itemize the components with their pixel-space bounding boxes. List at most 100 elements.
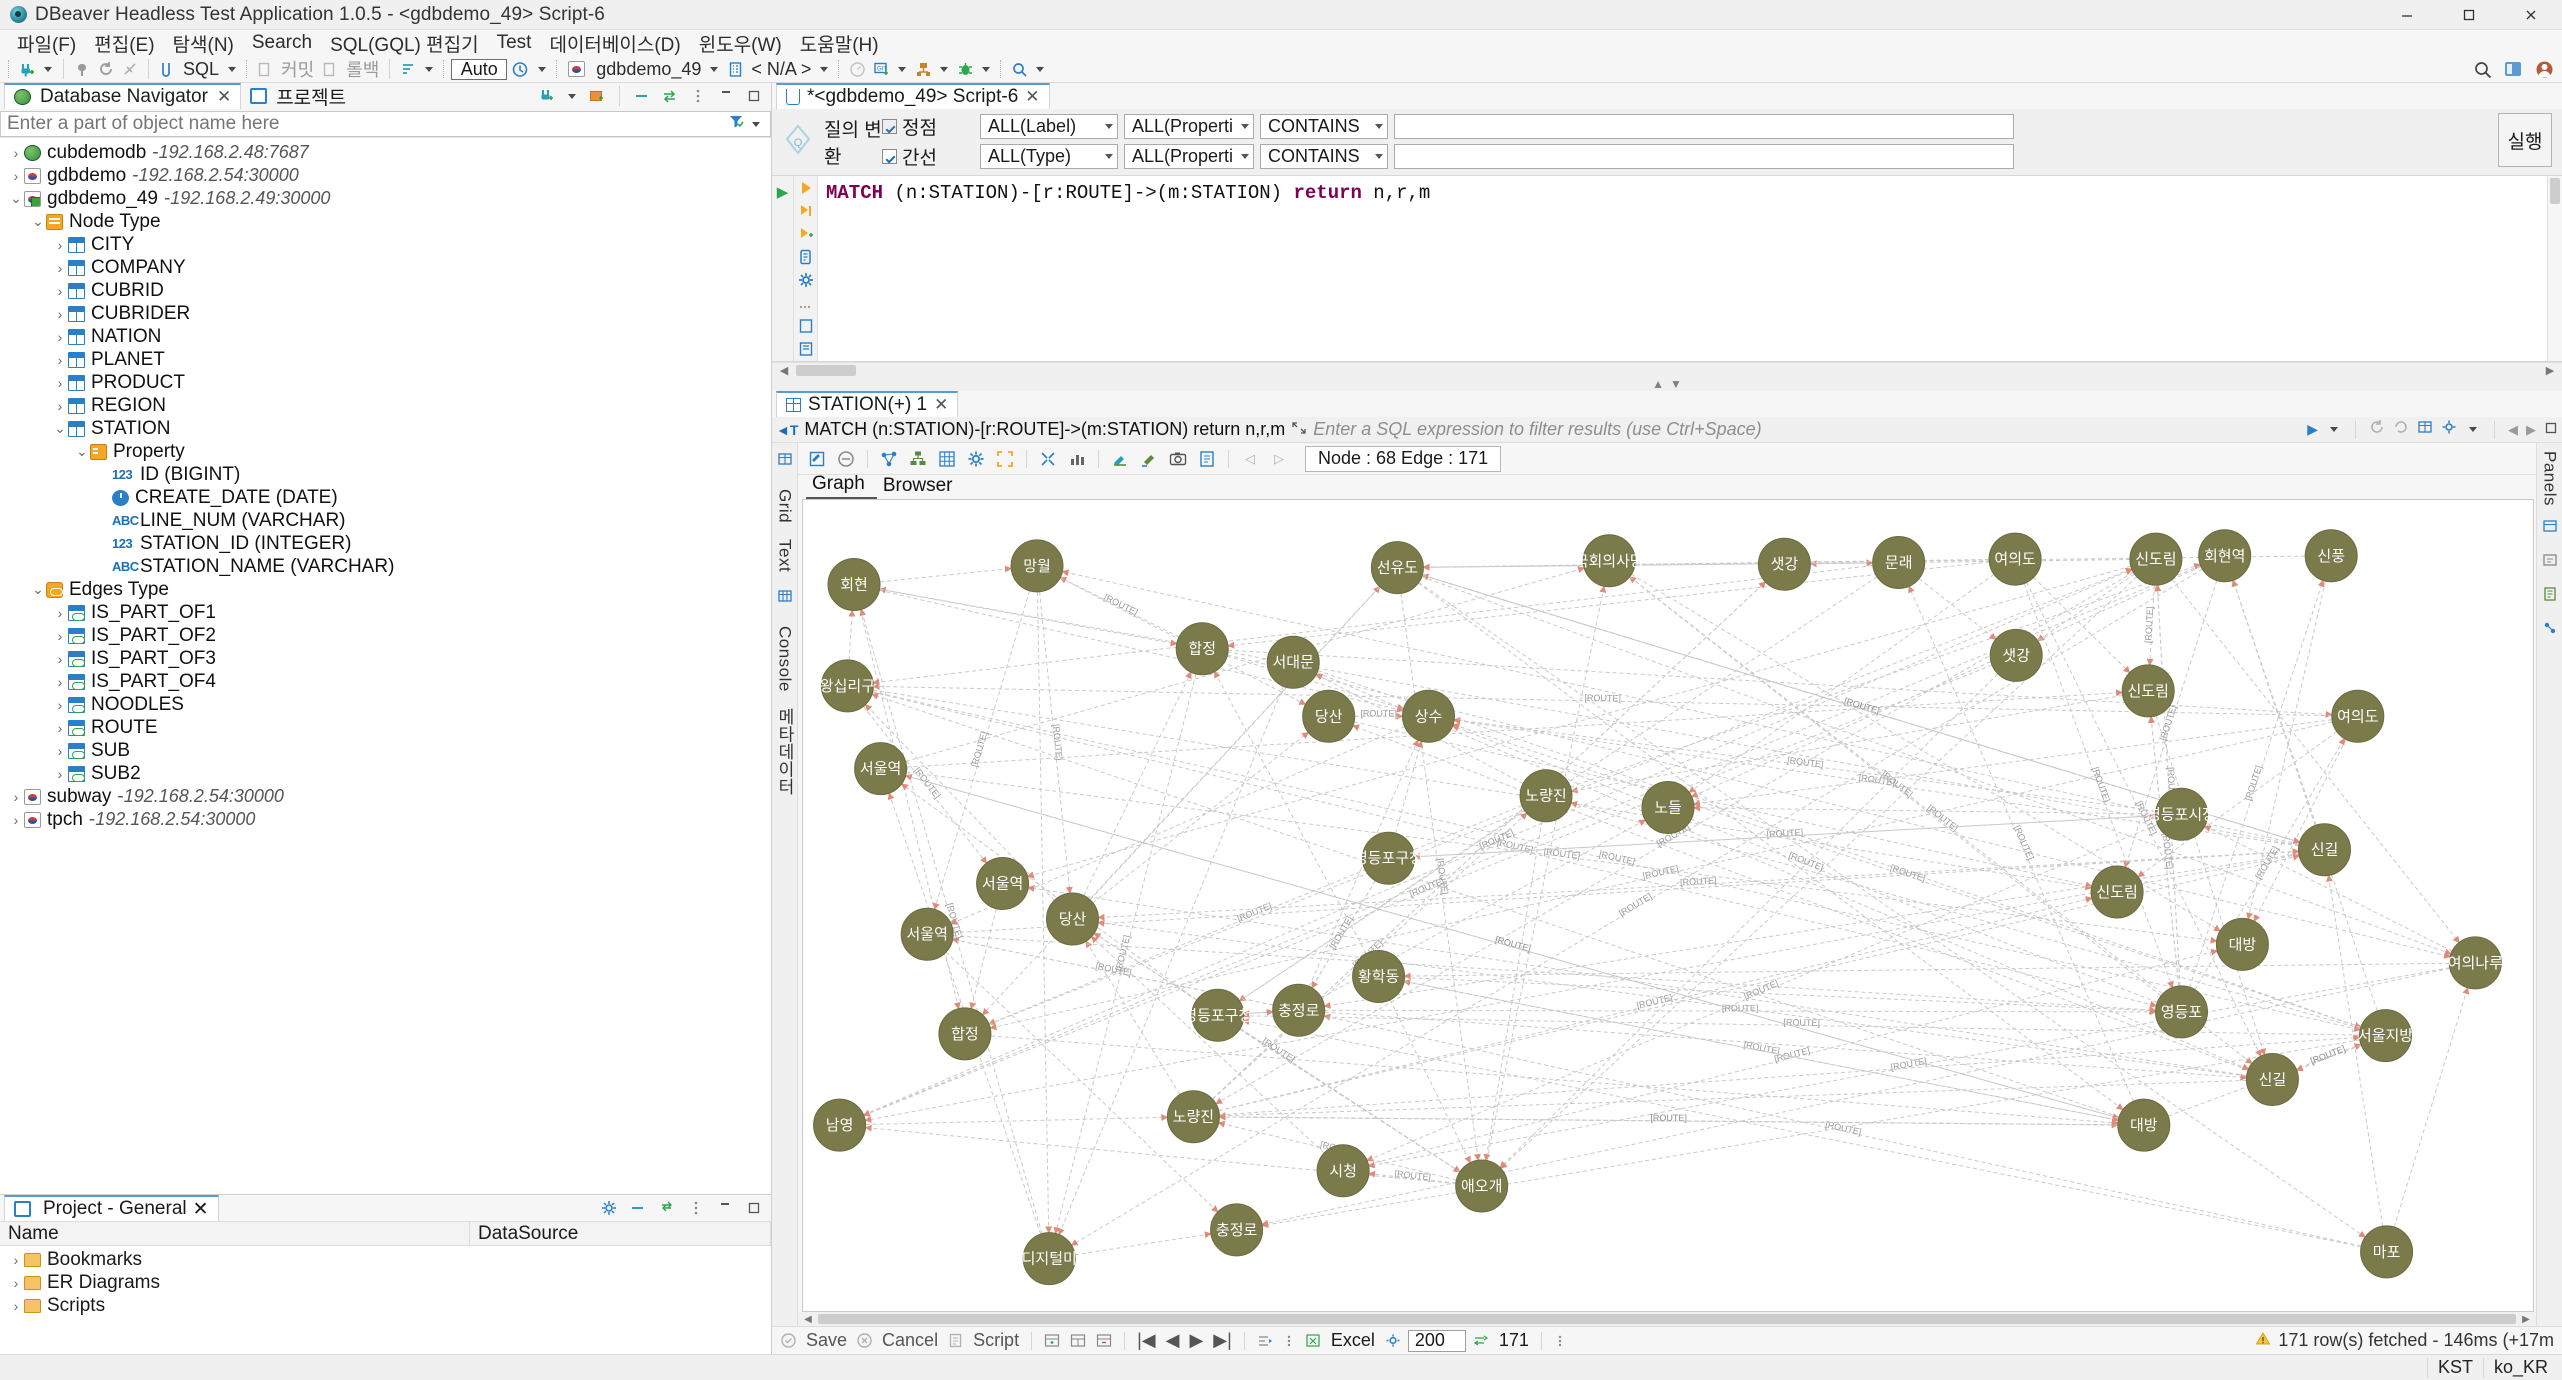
graph-node[interactable]: 합정 [1175, 622, 1229, 676]
save-sql-icon[interactable] [798, 318, 814, 334]
tree-item-is-part-of4[interactable]: › IS_PART_OF4 [0, 670, 771, 693]
minimize-button[interactable] [2376, 0, 2438, 30]
close-button[interactable] [2500, 0, 2562, 30]
load-sql-icon[interactable] [798, 341, 814, 357]
chevron-right-icon[interactable]: › [52, 720, 68, 736]
grid-menu-icon[interactable] [1551, 1330, 1569, 1351]
search-toolbar-icon[interactable] [1008, 58, 1030, 81]
result-settings-dropdown-icon[interactable] [2469, 427, 2477, 432]
graph-node[interactable]: 디지털미 [1022, 1232, 1077, 1286]
side-tab-metadata-label[interactable]: 메타데이터 [772, 708, 797, 796]
tree-item-station-name-varchar-[interactable]: ABC STATION_NAME (VARCHAR) [0, 555, 771, 578]
auto-commit-box[interactable]: Auto [451, 58, 508, 80]
run-query-button[interactable]: 실행 [2498, 113, 2552, 167]
chevron-right-icon[interactable]: › [8, 812, 24, 828]
graph-node[interactable]: 당산 [1302, 689, 1356, 743]
tree-item-tpch[interactable]: › tpch - 192.168.2.54:30000 [0, 808, 771, 831]
graph-canvas[interactable]: [ROUTE] [ROUTE] [ROUTE] [ROUTE] [ROUTE] [ROUT… [802, 499, 2534, 1312]
graph-edge[interactable] [864, 703, 1055, 901]
maximize-button[interactable] [2438, 0, 2500, 30]
edge-type-select[interactable]: ALL(Type) [980, 144, 1118, 169]
menu-item-5[interactable]: Test [488, 30, 541, 56]
edge-operator-select[interactable]: CONTAINS [1260, 144, 1388, 169]
graph-edge[interactable] [1092, 731, 1309, 904]
graph-node[interactable]: 서대문 [1266, 635, 1320, 689]
fetch-all-icon[interactable] [1280, 1330, 1298, 1351]
graph-node[interactable]: 영등포구청 [1354, 831, 1423, 885]
graph-edge[interactable] [1570, 694, 2123, 794]
graph-edge[interactable] [879, 565, 1012, 583]
menu-item-4[interactable]: SQL(GQL) 편집기 [321, 28, 488, 59]
project-view-menu-icon[interactable] [685, 1197, 707, 1220]
chevron-right-icon[interactable]: › [52, 237, 68, 253]
chevron-down-icon[interactable]: ⌄ [74, 443, 90, 460]
git-icon[interactable]: GIT [870, 58, 892, 81]
fullscreen-graph-icon[interactable] [992, 446, 1018, 472]
side-tab-text-label[interactable]: Text [775, 539, 795, 572]
tree-item-region[interactable]: › REGION [0, 394, 771, 417]
graph-edge[interactable] [1418, 581, 2366, 1238]
graph-node[interactable]: 신길 [2298, 823, 2351, 877]
result-query-text[interactable]: MATCH (n:STATION)-[r:ROUTE]->(m:STATION)… [804, 419, 1285, 440]
filter-funnel-icon[interactable] [728, 113, 744, 135]
graph-node[interactable]: 합정 [938, 1007, 992, 1061]
graph-node[interactable]: 회현역 [2198, 529, 2252, 583]
vertex-value-input[interactable] [1394, 114, 2014, 139]
result-filter-input[interactable]: Enter a SQL expression to filter results… [1313, 419, 2301, 440]
tree-item-gdbdemo[interactable]: › gdbdemo - 192.168.2.54:30000 [0, 164, 771, 187]
project-item-bookmarks[interactable]: › Bookmarks [0, 1248, 771, 1271]
chevron-right-icon[interactable]: › [8, 1298, 24, 1314]
tree-item-cubdemodb[interactable]: › cubdemodb - 192.168.2.48:7687 [0, 141, 771, 164]
project-settings-icon[interactable] [598, 1197, 620, 1220]
collapse-all-project-icon[interactable] [627, 1197, 649, 1220]
active-schema-label[interactable]: < N/A > [748, 59, 814, 80]
tree-item-sub[interactable]: › SUB [0, 739, 771, 762]
tree-item-id-bigint-[interactable]: 123 ID (BIGINT) [0, 463, 771, 486]
transaction-log-icon[interactable] [509, 58, 532, 81]
git-dropdown-icon[interactable] [898, 66, 907, 72]
graph-edge[interactable] [969, 908, 997, 1010]
graph-node[interactable]: 대방 [2117, 1098, 2171, 1152]
execute-new-tab-icon[interactable] [798, 226, 814, 242]
graph-edge[interactable] [1074, 1231, 1212, 1256]
chevron-right-icon[interactable]: › [8, 1252, 24, 1268]
tree-item-station[interactable]: ⌄ STATION [0, 417, 771, 440]
dashboard-icon[interactable] [846, 58, 868, 81]
last-page-icon[interactable]: ▶| [1210, 1330, 1235, 1351]
navigator-filter[interactable] [0, 111, 771, 137]
tree-item-cubrid[interactable]: › CUBRID [0, 279, 771, 302]
tree-item-gdbdemo-49[interactable]: ⌄ gdbdemo_49 - 192.168.2.49:30000 [0, 187, 771, 210]
project-item-er-diagrams[interactable]: › ER Diagrams [0, 1271, 771, 1294]
paint-icon[interactable] [1136, 446, 1162, 472]
graph-edge[interactable] [1570, 801, 2361, 1029]
graph-node[interactable]: 서울역 [900, 907, 954, 961]
minimize-panel-icon[interactable] [715, 85, 737, 108]
edge-value-input[interactable] [1394, 144, 2014, 169]
transaction-mode-dropdown-icon[interactable] [425, 66, 434, 72]
fit-to-screen-icon[interactable] [1035, 446, 1061, 472]
project-maximize-icon[interactable] [743, 1197, 765, 1220]
commit-label[interactable]: 커밋 [278, 56, 317, 82]
graph-edge[interactable] [1395, 740, 1424, 834]
graph-node[interactable]: 서울역 [976, 857, 1030, 910]
connection-dropdown-icon[interactable] [710, 66, 719, 72]
next-result-icon[interactable]: ▶ [2526, 422, 2536, 438]
chevron-down-icon[interactable]: ⌄ [30, 581, 46, 598]
active-connection-label[interactable]: gdbdemo_49 [593, 59, 704, 80]
reset-filter-icon[interactable] [2369, 419, 2385, 441]
export-data-icon[interactable] [1302, 1330, 1324, 1351]
delete-row-icon[interactable] [1093, 1330, 1115, 1351]
chevron-down-icon[interactable]: ⌄ [30, 213, 46, 230]
tree-item-is-part-of3[interactable]: › IS_PART_OF3 [0, 647, 771, 670]
graph-node[interactable]: 신도림 [2121, 664, 2175, 718]
graph-edge[interactable] [1499, 673, 1999, 1169]
tree-item-product[interactable]: › PRODUCT [0, 371, 771, 394]
collapse-all-icon[interactable] [631, 85, 653, 108]
graph-node[interactable]: 샛강 [1757, 537, 1811, 591]
new-sql-editor-icon[interactable] [156, 58, 178, 81]
add-row-icon[interactable] [1041, 1330, 1063, 1351]
execute-script-icon[interactable] [798, 203, 814, 219]
graph-node[interactable]: 상수 [1402, 689, 1455, 743]
tree-item-line-num-varchar-[interactable]: ABC LINE_NUM (VARCHAR) [0, 509, 771, 532]
graph-edge[interactable] [1058, 686, 1284, 1236]
